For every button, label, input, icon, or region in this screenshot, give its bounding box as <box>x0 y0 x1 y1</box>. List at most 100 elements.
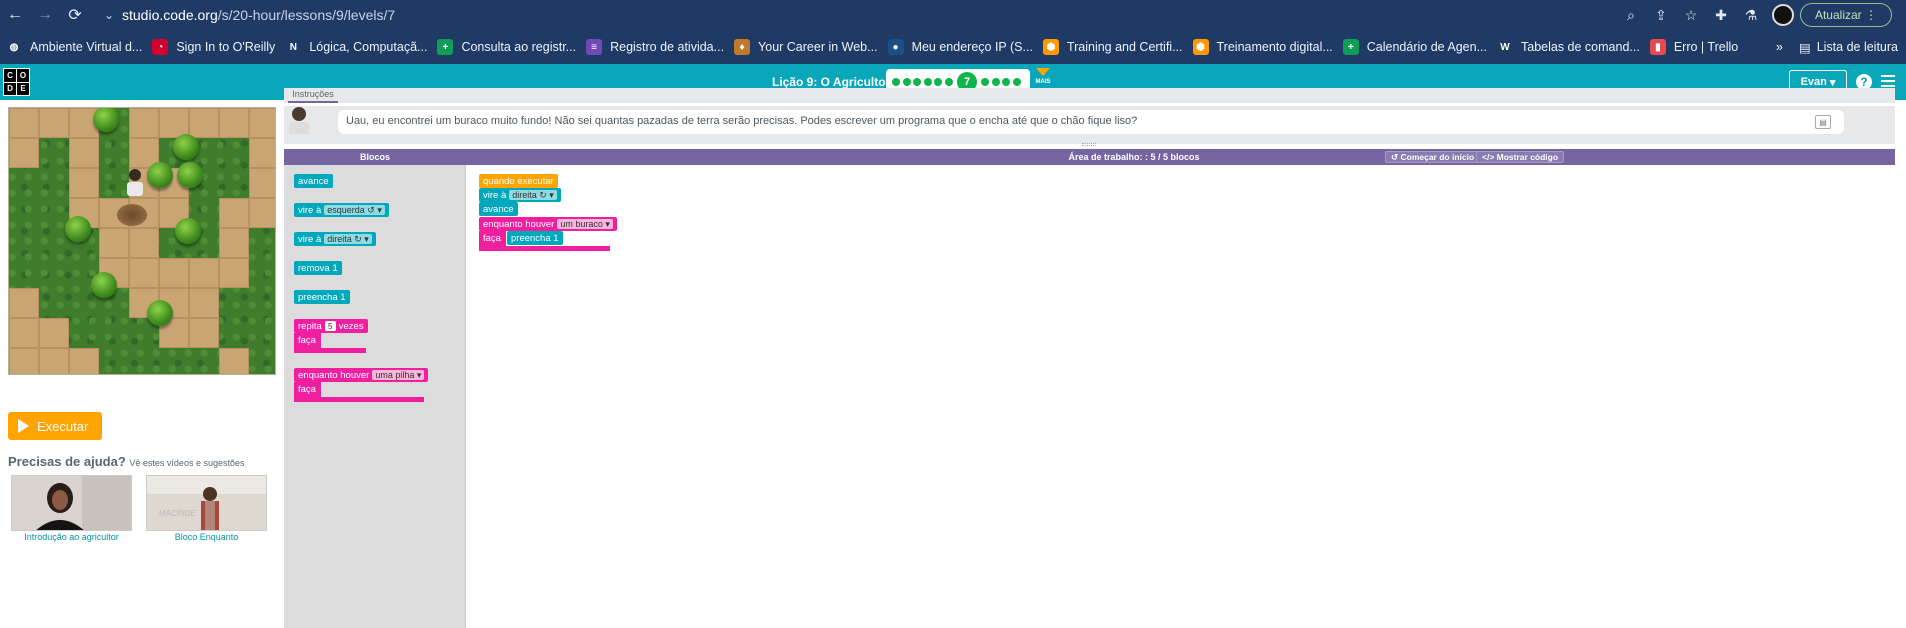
reading-list-button[interactable]: Lista de leitura <box>1817 40 1898 54</box>
restart-button[interactable]: ↺ Começar do início <box>1385 151 1481 163</box>
repeat-count-input[interactable]: 5 <box>324 321 336 331</box>
bookmark-item[interactable]: ▮ Erro | Trello <box>1649 39 1739 55</box>
while-block-header[interactable]: enquanto houver uma pilha ▾ <box>294 368 429 382</box>
dropdown-value: direita ↻ <box>512 189 547 200</box>
level-dot[interactable] <box>981 78 989 86</box>
more-bookmarks-icon[interactable]: » <box>1776 40 1783 54</box>
level-dot[interactable] <box>892 78 900 86</box>
text-to-speech-icon[interactable]: ▤ <box>1815 115 1831 129</box>
labs-icon[interactable]: ⚗ <box>1736 0 1766 30</box>
video-thumbnail[interactable]: MACINDE <box>146 475 267 531</box>
toolbox: avance vire à esquerda ↺ ▾ vire à direit… <box>284 165 466 628</box>
turn-left-block[interactable]: vire à esquerda ↺ ▾ <box>294 203 389 217</box>
bookmark-item[interactable]: ⬢ Training and Certifi... <box>1042 39 1183 55</box>
address-bar[interactable]: studio.code.org/s/20-hour/lessons/9/leve… <box>122 7 395 23</box>
star-icon[interactable]: ☆ <box>1676 0 1706 30</box>
reload-icon[interactable]: ⟳ <box>60 0 90 30</box>
profile-avatar[interactable] <box>1771 4 1794 26</box>
fill-block[interactable]: preencha 1 <box>294 290 350 304</box>
share-icon[interactable]: ⇪ <box>1646 0 1676 30</box>
sheets-icon: + <box>1342 39 1359 55</box>
bookmark-item[interactable]: ≡ Registro de ativida... <box>586 39 724 55</box>
block-label: quando executar <box>483 175 554 187</box>
dropdown-value: uma pilha <box>375 370 415 380</box>
block-label: faça <box>483 232 501 244</box>
turn-block[interactable]: vire à direita ↻ ▾ <box>479 188 561 202</box>
workspace-canvas[interactable]: quando executar vire à direita ↻ ▾ avanc… <box>467 165 1906 628</box>
bookmark-item[interactable]: ◔ Sign In to O'Reilly <box>152 39 275 55</box>
update-label: Atualizar <box>1814 8 1862 22</box>
more-levels-button[interactable]: MAIS <box>1034 68 1052 85</box>
tree-icon <box>93 108 119 132</box>
block-label: avance <box>483 203 514 215</box>
video-caption[interactable]: Bloco Enquanto <box>146 532 267 542</box>
bookmark-item[interactable]: N Lógica, Computaçã... <box>285 39 428 55</box>
tree-icon <box>147 300 173 326</box>
level-dot[interactable] <box>923 78 932 86</box>
video-caption[interactable]: Introdução ao agricultor <box>11 532 132 542</box>
do-label: faça <box>294 382 320 396</box>
bookmark-item[interactable]: + Calendário de Agen... <box>1342 39 1487 55</box>
bookmark-item[interactable]: ◍ Ambiente Virtual d... <box>6 39 143 55</box>
lesson-title[interactable]: Lição 9: O Agricultor <box>772 75 890 89</box>
condition-dropdown[interactable]: um buraco ▾ <box>557 219 613 229</box>
block-label: preencha 1 <box>298 291 346 303</box>
level-dot[interactable] <box>902 78 911 86</box>
bookmark-label: Consulta ao registr... <box>461 40 577 54</box>
video-thumbnail[interactable] <box>11 475 132 531</box>
dropdown-value: um buraco <box>560 219 603 229</box>
block-label: repita <box>298 320 322 332</box>
notion-icon: N <box>289 41 297 53</box>
direction-dropdown[interactable]: esquerda ↺ ▾ <box>324 205 385 215</box>
maze-canvas <box>8 107 276 375</box>
bookmark-item[interactable]: ● Meu endereço IP (S... <box>887 39 1033 55</box>
repeat-block-header[interactable]: repita 5 vezes <box>294 319 368 333</box>
level-dot[interactable] <box>1002 78 1010 86</box>
condition-dropdown[interactable]: uma pilha ▾ <box>372 370 425 380</box>
bookmark-label: Erro | Trello <box>1673 40 1739 54</box>
codeorg-logo[interactable]: CODE <box>3 68 30 96</box>
remove-block[interactable]: remova 1 <box>294 261 342 275</box>
show-code-button[interactable]: </> Mostrar código <box>1476 151 1565 163</box>
browser-toolbar: ← → ⟳ ⌄ studio.code.org/s/20-hour/lesson… <box>0 0 1906 30</box>
bookmark-label: Calendário de Agen... <box>1366 40 1487 54</box>
url-host: studio.code.org <box>122 7 218 23</box>
level-dot[interactable] <box>944 78 953 86</box>
fill-block[interactable]: preencha 1 <box>507 231 563 245</box>
level-dot[interactable] <box>1012 78 1021 86</box>
forward-block[interactable]: avance <box>479 202 518 216</box>
site-info-icon[interactable]: ⌄ <box>98 4 120 26</box>
resize-grip[interactable] <box>1082 143 1096 146</box>
reading-list-icon[interactable]: ▤ <box>1799 40 1811 55</box>
direction-dropdown[interactable]: direita ↻ ▾ <box>324 234 372 244</box>
aws-icon: ⬢ <box>1192 39 1209 55</box>
hamburger-menu-icon[interactable] <box>1881 75 1895 87</box>
extensions-icon[interactable]: ✚ <box>1706 0 1736 30</box>
level-dot[interactable] <box>934 78 942 86</box>
back-arrow-icon[interactable]: ← <box>0 0 30 30</box>
bookmark-item[interactable]: ⬢ Treinamento digital... <box>1192 39 1333 55</box>
bookmark-item[interactable]: W Tabelas de comand... <box>1497 39 1640 55</box>
trello-icon: ▮ <box>1649 39 1666 55</box>
workspace-header: Blocos Área de trabalho: : 5 / 5 blocos … <box>284 149 1895 165</box>
update-button[interactable]: Atualizar ⋮ <box>1799 3 1892 27</box>
bookmarks-bar: ◍ Ambiente Virtual d... ◔ Sign In to O'Reil… <box>0 30 1906 64</box>
block-label: faça <box>298 334 316 346</box>
bookmark-item[interactable]: + Consulta ao registr... <box>437 39 576 55</box>
zoom-icon[interactable]: ⌕ <box>1616 0 1646 30</box>
tab-instructions[interactable]: Instruções <box>288 89 338 103</box>
turn-right-block[interactable]: vire à direita ↻ ▾ <box>294 232 376 246</box>
block-label: preencha 1 <box>511 232 559 244</box>
block-label: vire à <box>298 204 322 216</box>
forward-block[interactable]: avance <box>294 174 333 188</box>
chevron-down-icon <box>1036 68 1050 76</box>
bookmark-item[interactable]: ♦ Your Career in Web... <box>734 39 878 55</box>
forward-arrow-icon[interactable]: → <box>30 0 60 30</box>
level-dot[interactable] <box>913 78 921 86</box>
direction-dropdown[interactable]: direita ↻ ▾ <box>509 190 557 200</box>
level-dot[interactable] <box>991 78 1000 86</box>
run-button[interactable]: Executar <box>8 412 102 440</box>
sheets-icon: + <box>437 39 454 55</box>
when-run-block[interactable]: quando executar <box>479 174 558 188</box>
while-block-header[interactable]: enquanto houver um buraco ▾ <box>479 217 617 231</box>
